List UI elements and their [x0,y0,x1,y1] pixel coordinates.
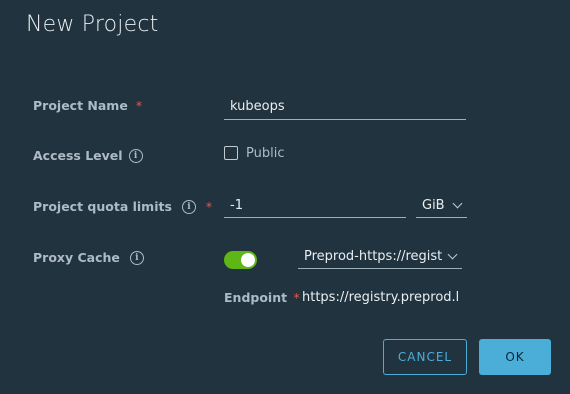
project-name-input[interactable] [224,94,466,120]
quota-input[interactable] [224,194,406,218]
project-name-label: Project Name * [33,98,142,113]
quota-unit-value: GiB [422,198,445,213]
chevron-down-icon [447,249,458,260]
info-icon[interactable]: i [181,199,196,214]
dialog-title: New Project [26,12,159,37]
endpoint-value: https://registry.preprod.k [302,290,458,305]
chevron-down-icon [452,198,463,209]
public-checkbox-label[interactable]: Public [246,146,284,161]
endpoint-label-text: Endpoint [224,290,288,305]
info-icon[interactable]: i [128,148,143,163]
required-mark: * [293,290,300,305]
info-icon[interactable]: i [129,250,144,265]
project-name-label-text: Project Name [33,98,128,113]
proxy-registry-select[interactable]: Preprod-https://regist [298,245,462,269]
access-level-label: Access Level i [33,148,143,163]
proxy-cache-label: Proxy Cache i [33,250,144,265]
required-mark: * [205,199,213,214]
quota-unit-select[interactable]: GiB [416,194,467,218]
proxy-cache-label-text: Proxy Cache [33,250,120,265]
public-checkbox[interactable] [224,146,238,160]
toggle-knob [241,253,255,267]
access-level-label-text: Access Level [33,148,123,163]
cancel-button[interactable]: CANCEL [383,339,467,375]
required-mark: * [135,98,143,113]
proxy-registry-value: Preprod-https://regist [304,249,443,264]
ok-button[interactable]: OK [479,339,551,375]
endpoint-label: Endpoint * [224,290,300,305]
new-project-dialog: New Project Project Name * Access Level … [0,0,570,394]
quota-label-text: Project quota limits [33,199,172,214]
quota-label: Project quota limits i * [33,199,212,214]
proxy-cache-toggle[interactable] [224,251,257,269]
